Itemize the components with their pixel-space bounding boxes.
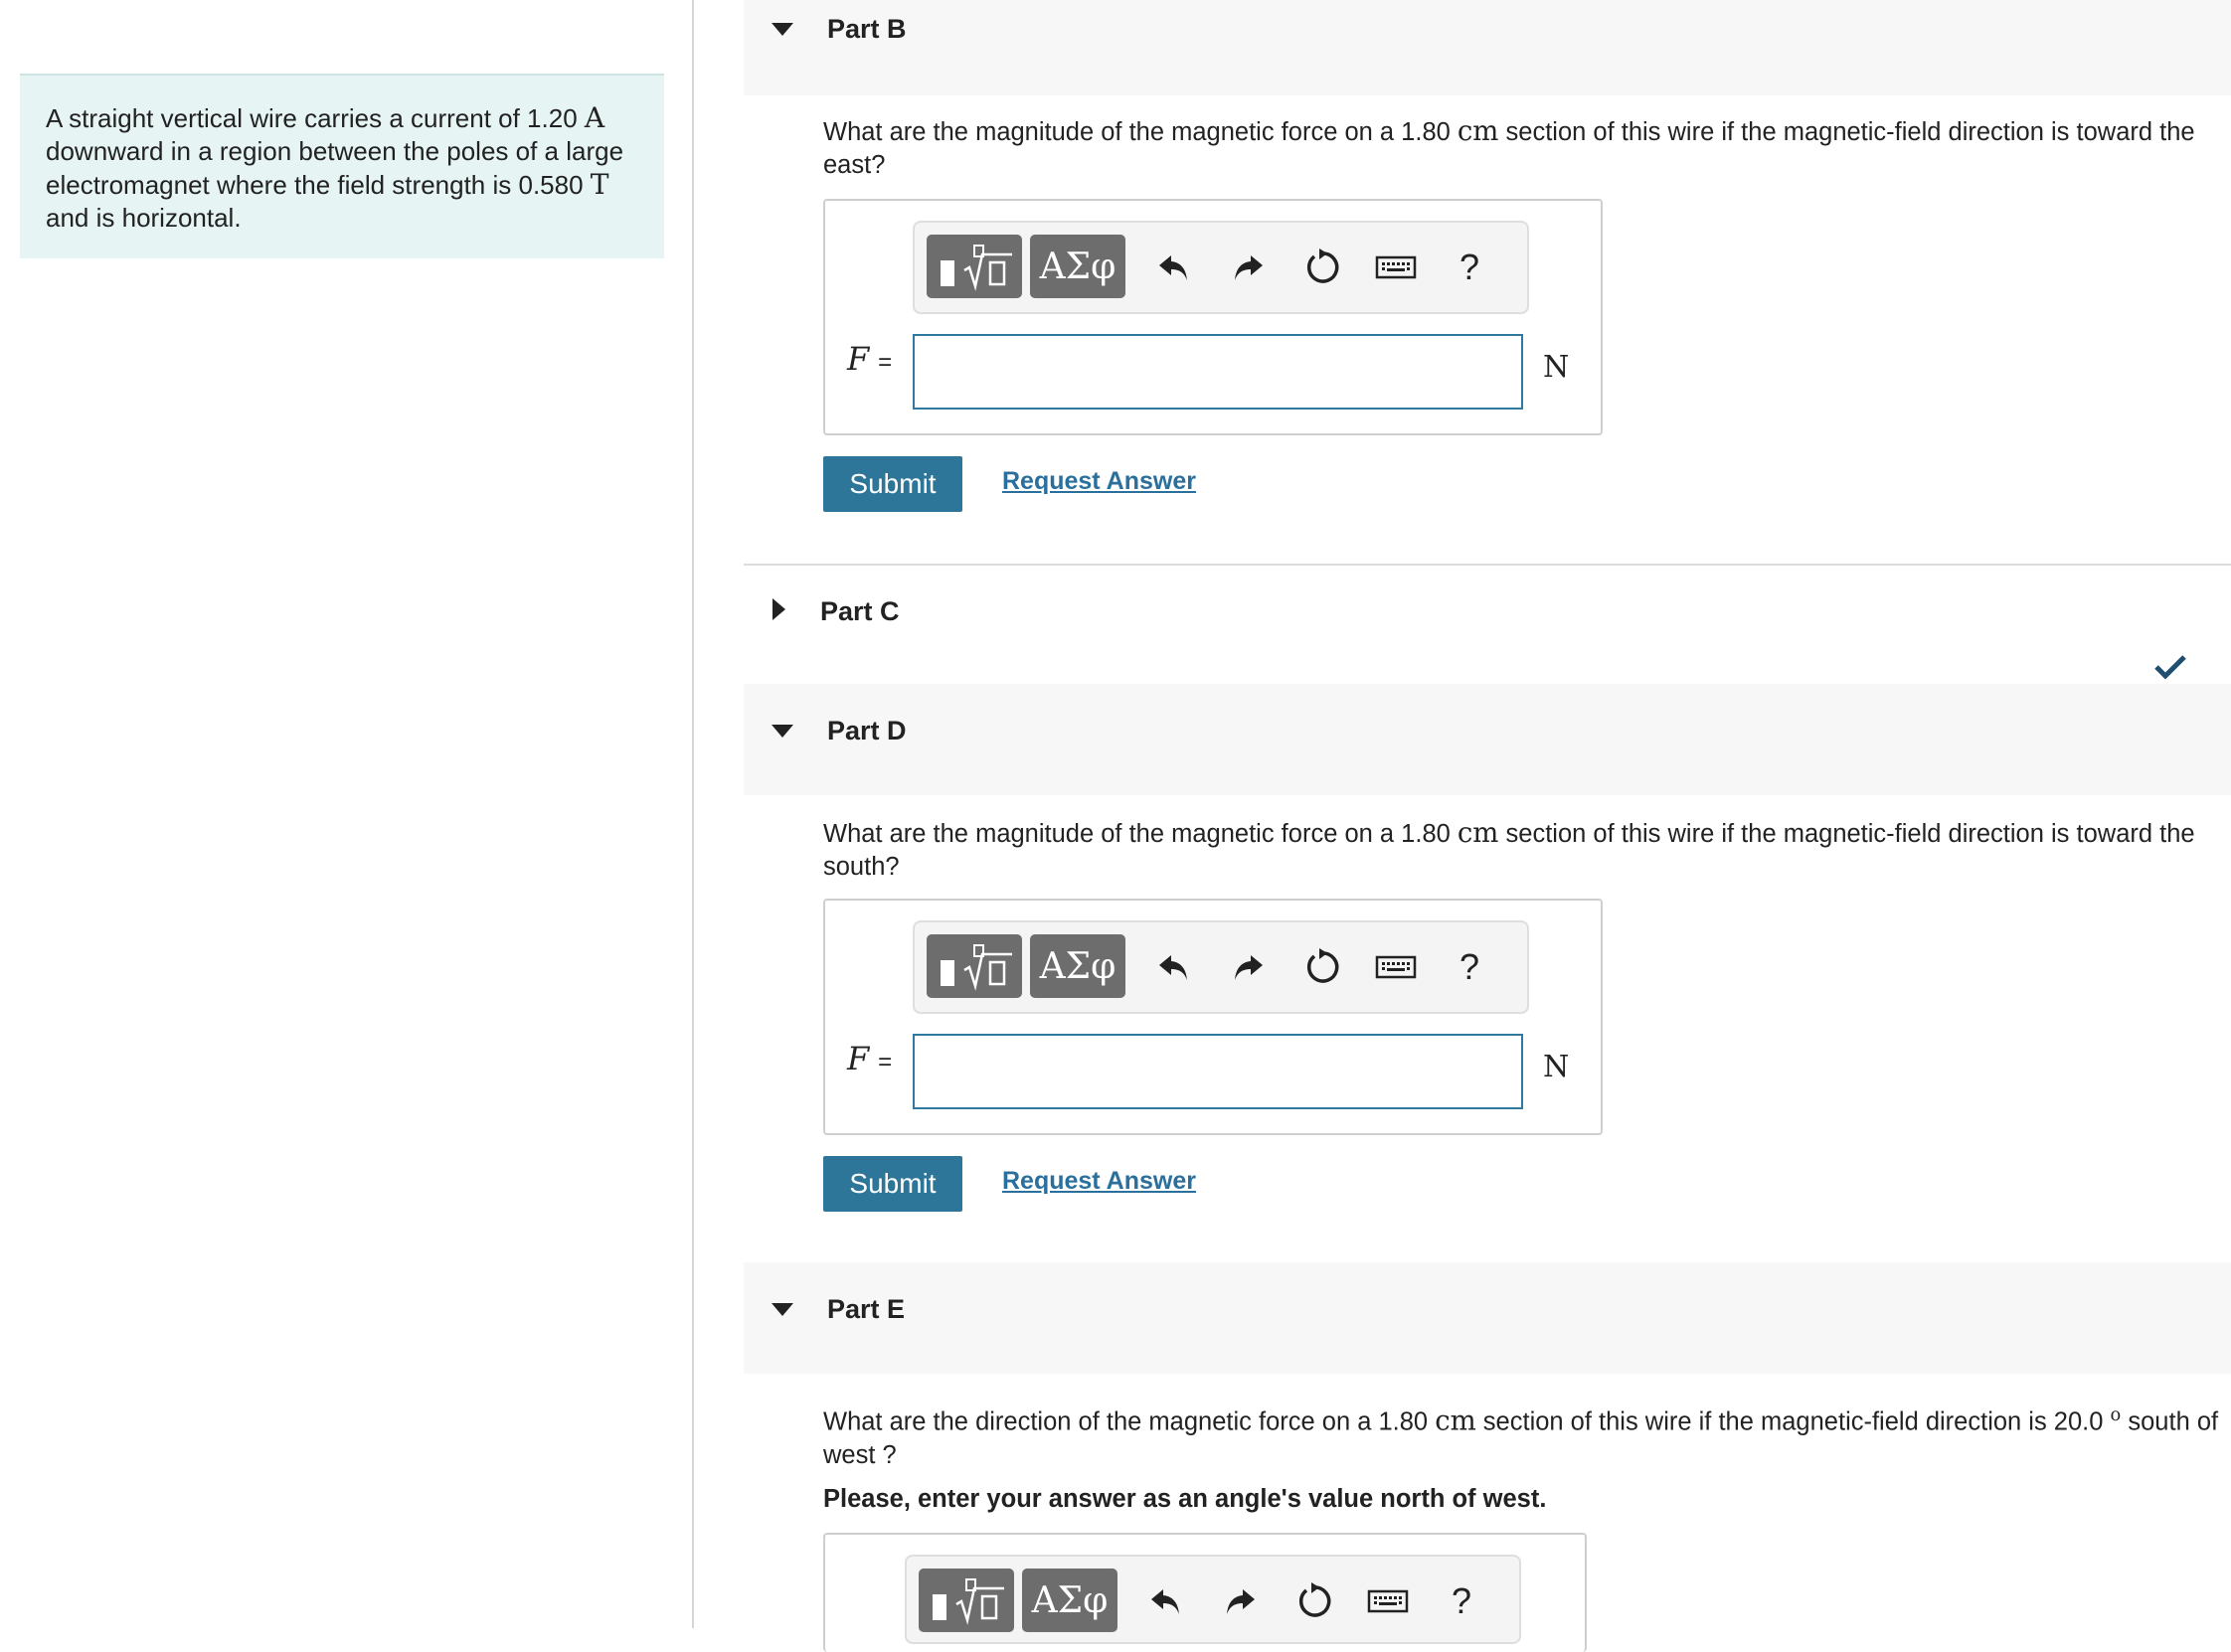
undo-button[interactable]	[1149, 942, 1197, 992]
part-b-title: Part B	[827, 14, 907, 44]
part-c-header[interactable]: Part C	[744, 571, 2231, 654]
redo-icon	[1227, 1589, 1255, 1614]
text-segment: downward in a region between the poles o…	[46, 136, 624, 200]
undo-icon	[1159, 255, 1187, 280]
templates-icon	[941, 944, 1012, 991]
reset-button[interactable]	[1298, 942, 1346, 992]
part-d-header[interactable]: Part D	[744, 684, 2231, 795]
unit-label: N	[1543, 350, 1570, 385]
caret-right-icon	[772, 598, 785, 620]
undo-icon	[1159, 955, 1187, 980]
math-unit: cm	[1457, 115, 1499, 147]
templates-button[interactable]	[927, 934, 1022, 998]
templates-button[interactable]	[927, 235, 1022, 298]
math-unit: T	[590, 168, 609, 201]
text-segment: What are the magnitude of the magnetic f…	[823, 118, 1458, 146]
problem-statement: A straight vertical wire carries a curre…	[20, 74, 664, 258]
answer-input[interactable]	[913, 334, 1523, 410]
part-b-header[interactable]: Part B	[744, 0, 2231, 95]
help-icon: ?	[1459, 247, 1480, 287]
answer-input[interactable]	[913, 1034, 1523, 1109]
caret-down-icon	[772, 725, 793, 738]
part-e-question: What are the direction of the magnetic f…	[823, 1399, 2231, 1472]
text-segment: A straight vertical wire carries a curre…	[46, 103, 585, 133]
part-e-answer-box: ΑΣφ ?	[823, 1533, 1587, 1652]
help-button[interactable]: ?	[1446, 942, 1493, 992]
greek-symbols-label: ΑΣφ	[1039, 246, 1116, 287]
part-b-question: What are the magnitude of the magnetic f…	[823, 115, 2231, 182]
part-e-header[interactable]: Part E	[744, 1262, 2231, 1374]
part-b-answer-box: ΑΣφ ? F = N	[823, 199, 1603, 435]
help-icon: ?	[1451, 1580, 1472, 1621]
variable-label: F =	[847, 1040, 893, 1077]
help-button[interactable]: ?	[1446, 243, 1493, 292]
keyboard-icon	[1375, 255, 1417, 279]
part-e-title: Part E	[827, 1294, 906, 1324]
redo-button[interactable]	[1225, 942, 1273, 992]
undo-button[interactable]	[1149, 243, 1197, 292]
part-d-title: Part D	[827, 716, 907, 745]
reset-icon	[1306, 948, 1339, 983]
degree-mark: o	[2110, 1404, 2122, 1425]
reset-icon	[1306, 248, 1339, 283]
math-toolbar: ΑΣφ ?	[913, 221, 1529, 314]
greek-symbols-button[interactable]: ΑΣφ	[1030, 235, 1125, 298]
help-button[interactable]: ?	[1438, 1576, 1485, 1626]
part-d-question: What are the magnitude of the magnetic f…	[823, 817, 2231, 884]
text-segment: What are the magnitude of the magnetic f…	[823, 820, 1458, 848]
caret-down-icon	[772, 23, 793, 36]
reset-button[interactable]	[1298, 243, 1346, 292]
part-e-instruction: Please, enter your answer as an angle's …	[823, 1485, 1547, 1513]
reset-icon	[1298, 1582, 1331, 1617]
redo-icon	[1235, 255, 1263, 280]
greek-symbols-label: ΑΣφ	[1039, 945, 1116, 987]
help-icon: ?	[1459, 946, 1480, 987]
divider	[744, 564, 2231, 566]
request-answer-link[interactable]: Request Answer	[1002, 1167, 1196, 1196]
text-segment: What are the direction of the magnetic f…	[823, 1407, 1436, 1436]
submit-button[interactable]: Submit	[823, 456, 962, 512]
math-unit: cm	[1435, 1404, 1476, 1437]
undo-button[interactable]	[1141, 1576, 1189, 1626]
math-toolbar: ΑΣφ ?	[905, 1555, 1521, 1644]
keyboard-button[interactable]	[1372, 243, 1420, 292]
part-c-title: Part C	[820, 596, 900, 626]
templates-button[interactable]	[919, 1569, 1014, 1632]
submit-button[interactable]: Submit	[823, 1156, 962, 1212]
unit-label: N	[1543, 1050, 1570, 1084]
check-icon	[2154, 655, 2186, 680]
keyboard-icon	[1375, 955, 1417, 979]
request-answer-link[interactable]: Request Answer	[1002, 467, 1196, 496]
text-segment: section of this wire if the magnetic-fie…	[1475, 1407, 2111, 1436]
redo-button[interactable]	[1225, 243, 1273, 292]
greek-symbols-button[interactable]: ΑΣφ	[1030, 934, 1125, 998]
greek-symbols-label: ΑΣφ	[1031, 1579, 1109, 1621]
variable-label: F =	[847, 340, 893, 378]
caret-down-icon	[772, 1303, 793, 1316]
text-segment: and is horizontal.	[46, 203, 242, 233]
redo-icon	[1235, 955, 1263, 980]
keyboard-button[interactable]	[1372, 942, 1420, 992]
greek-symbols-button[interactable]: ΑΣφ	[1022, 1569, 1117, 1632]
keyboard-icon	[1367, 1589, 1409, 1613]
part-d-answer-box: ΑΣφ ? F = N	[823, 899, 1603, 1135]
reset-button[interactable]	[1290, 1576, 1338, 1626]
keyboard-button[interactable]	[1364, 1576, 1412, 1626]
redo-button[interactable]	[1217, 1576, 1265, 1626]
math-unit: cm	[1457, 817, 1499, 849]
problem-panel: A straight vertical wire carries a curre…	[0, 0, 694, 1628]
templates-icon	[933, 1578, 1004, 1625]
math-toolbar: ΑΣφ ?	[913, 920, 1529, 1014]
math-unit: A	[584, 101, 605, 134]
undo-icon	[1151, 1589, 1179, 1614]
templates-icon	[941, 245, 1012, 291]
